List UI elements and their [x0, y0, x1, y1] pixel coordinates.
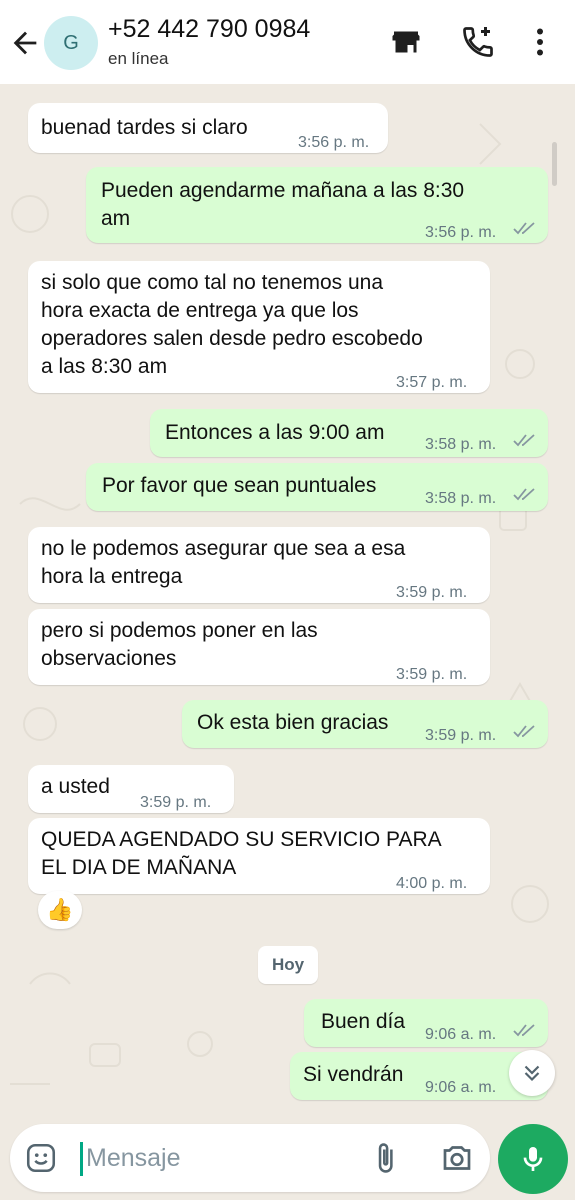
store-icon[interactable] [388, 24, 424, 60]
message-input[interactable] [86, 1138, 356, 1178]
microphone-icon[interactable] [498, 1124, 568, 1194]
message-time: 3:58 p. m. [425, 490, 497, 507]
emoji-icon[interactable] [24, 1141, 58, 1175]
message-text: a usted [41, 775, 110, 798]
date-divider: Hoy [258, 946, 318, 984]
message-outgoing[interactable]: Por favor que sean puntuales 3:58 p. m. [86, 463, 548, 511]
message-text: pero si podemos poner en las observacion… [41, 619, 318, 670]
message-text: buenad tardes si claro [41, 116, 248, 139]
message-incoming[interactable]: a usted 3:59 p. m. [28, 765, 234, 813]
message-text: no le podemos asegurar que sea a esa hor… [41, 537, 406, 588]
message-incoming[interactable]: si solo que como tal no tenemos una hora… [28, 261, 490, 393]
chevron-double-down-icon[interactable] [509, 1050, 555, 1096]
message-time: 3:58 p. m. [425, 436, 497, 453]
message-incoming[interactable]: no le podemos asegurar que sea a esa hor… [28, 527, 490, 603]
message-text: Por favor que sean puntuales [102, 474, 377, 497]
reaction-badge[interactable]: 👍 [38, 891, 82, 929]
message-time: 3:59 p. m. [396, 584, 468, 601]
message-text: QUEDA AGENDADO SU SERVICIO PARA EL DIA D… [41, 828, 442, 879]
message-text: Buen día [321, 1010, 406, 1033]
text-caret [80, 1142, 83, 1176]
double-check-icon [513, 488, 535, 501]
camera-icon[interactable] [438, 1140, 476, 1176]
message-incoming[interactable]: pero si podemos poner en las observacion… [28, 609, 490, 685]
double-check-icon [513, 222, 535, 235]
message-text: Entonces a las 9:00 am [165, 421, 385, 444]
arrow-left-icon[interactable] [8, 26, 42, 60]
message-outgoing[interactable]: Entonces a las 9:00 am 3:58 p. m. [150, 409, 548, 457]
message-time: 3:59 p. m. [140, 794, 212, 811]
message-time: 9:06 a. m. [425, 1026, 497, 1043]
message-time: 3:56 p. m. [425, 224, 497, 241]
double-check-icon [513, 725, 535, 738]
paperclip-icon[interactable] [368, 1140, 402, 1176]
message-outgoing[interactable]: Buen día 9:06 a. m. [304, 999, 548, 1047]
avatar-letter: G [63, 31, 79, 54]
more-vertical-icon[interactable] [522, 24, 558, 60]
thumbs-up-emoji: 👍 [46, 897, 74, 922]
message-time: 3:56 p. m. [298, 134, 370, 151]
message-time: 3:59 p. m. [425, 727, 497, 744]
avatar[interactable]: G [44, 16, 98, 70]
message-outgoing[interactable]: Ok esta bien gracias 3:59 p. m. [182, 700, 548, 748]
scrollbar[interactable] [552, 142, 557, 186]
double-check-icon [513, 434, 535, 447]
contact-status: en línea [108, 49, 169, 68]
date-divider-label: Hoy [271, 955, 305, 974]
chat-header: G +52 442 790 0984 en línea [0, 0, 575, 84]
message-text: si solo que como tal no tenemos una hora… [41, 271, 423, 378]
double-check-icon [513, 1024, 535, 1037]
message-time: 3:57 p. m. [396, 374, 468, 391]
message-time: 3:59 p. m. [396, 666, 468, 683]
message-text: Si vendrán [303, 1063, 404, 1086]
add-call-icon[interactable] [460, 24, 496, 60]
contact-name[interactable]: +52 442 790 0984 [108, 15, 310, 44]
message-time: 4:00 p. m. [396, 875, 468, 892]
message-composer [10, 1124, 490, 1192]
message-incoming[interactable]: QUEDA AGENDADO SU SERVICIO PARA EL DIA D… [28, 818, 490, 894]
message-incoming[interactable]: buenad tardes si claro 3:56 p. m. [28, 103, 388, 153]
message-text: Pueden agendarme mañana a las 8:30 am [101, 179, 465, 230]
message-outgoing[interactable]: Pueden agendarme mañana a las 8:30 am 3:… [86, 167, 548, 243]
message-text: Ok esta bien gracias [197, 711, 389, 734]
message-time: 9:06 a. m. [425, 1079, 497, 1096]
